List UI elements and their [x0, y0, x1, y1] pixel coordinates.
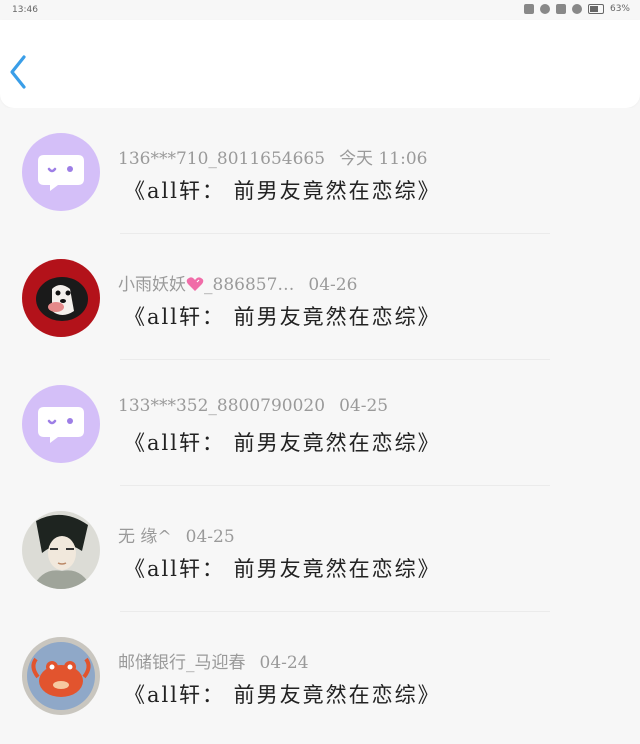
message-date: 04-26	[308, 275, 358, 295]
message-date: 今天 11:06	[339, 149, 428, 169]
message-list: 136***710_8011654665 今天 11:06 《all轩： 前男友竟…	[0, 108, 640, 738]
message-meta: 小雨妖妖 _886857… 04-26	[118, 270, 357, 295]
message-text: 《all轩： 前男友竟然在恋综》	[124, 683, 441, 707]
dog-photo-avatar	[22, 259, 100, 337]
default-chat-avatar[interactable]	[22, 133, 100, 211]
message-meta: 133***352_8800790020 04-25	[118, 396, 388, 416]
user-avatar[interactable]	[22, 637, 100, 715]
message-meta: 邮储银行_马迎春 04-24	[118, 648, 309, 673]
message-text: 《all轩： 前男友竟然在恋综》	[124, 305, 441, 329]
message-date: 04-25	[339, 396, 389, 416]
bluetooth-icon	[539, 4, 550, 14]
silent-icon	[555, 4, 566, 14]
status-icons: 63%	[523, 4, 630, 14]
message-date: 04-24	[259, 653, 309, 673]
message-meta: 无 缘^ 04-25	[118, 522, 235, 547]
message-text: 《all轩： 前男友竟然在恋综》	[124, 557, 441, 581]
status-bar: 13:46 63%	[0, 0, 640, 20]
sender-name: 133***352_8800790020	[118, 396, 326, 416]
user-avatar[interactable]	[22, 259, 100, 337]
message-item[interactable]: 136***710_8011654665 今天 11:06 《all轩： 前男友竟…	[0, 108, 640, 234]
back-button[interactable]	[4, 52, 34, 92]
chevron-left-icon	[10, 55, 26, 89]
sender-name: 邮储银行_马迎春	[118, 653, 246, 673]
status-time: 13:46	[12, 5, 38, 15]
anime-character-avatar	[22, 511, 100, 589]
nfc-icon	[523, 4, 534, 14]
message-item[interactable]: 小雨妖妖 _886857… 04-26 《all轩： 前男友竟然在恋综》	[0, 234, 640, 360]
battery-percent: 63%	[609, 4, 630, 14]
message-meta: 136***710_8011654665 今天 11:06	[118, 144, 427, 169]
cartoon-crab-avatar	[22, 637, 100, 715]
chat-bubble-icon	[22, 133, 100, 211]
battery-icon	[587, 4, 604, 14]
message-date: 04-25	[185, 527, 235, 547]
user-avatar[interactable]	[22, 511, 100, 589]
default-chat-avatar[interactable]	[22, 385, 100, 463]
top-nav-bar	[0, 20, 640, 108]
message-text: 《all轩： 前男友竟然在恋综》	[124, 431, 441, 455]
sender-name: 136***710_8011654665	[118, 149, 326, 169]
heart-emoji-icon	[186, 277, 204, 291]
sender-name: 无 缘^	[118, 527, 172, 547]
sender-name: 小雨妖妖	[118, 275, 186, 295]
message-item[interactable]: 无 缘^ 04-25 《all轩： 前男友竟然在恋综》	[0, 486, 640, 612]
message-text: 《all轩： 前男友竟然在恋综》	[124, 179, 441, 203]
wifi-icon	[571, 4, 582, 14]
sender-name-suffix: _886857…	[204, 275, 295, 295]
chat-bubble-icon	[22, 385, 100, 463]
message-item[interactable]: 邮储银行_马迎春 04-24 《all轩： 前男友竟然在恋综》	[0, 612, 640, 738]
message-item[interactable]: 133***352_8800790020 04-25 《all轩： 前男友竟然在恋…	[0, 360, 640, 486]
